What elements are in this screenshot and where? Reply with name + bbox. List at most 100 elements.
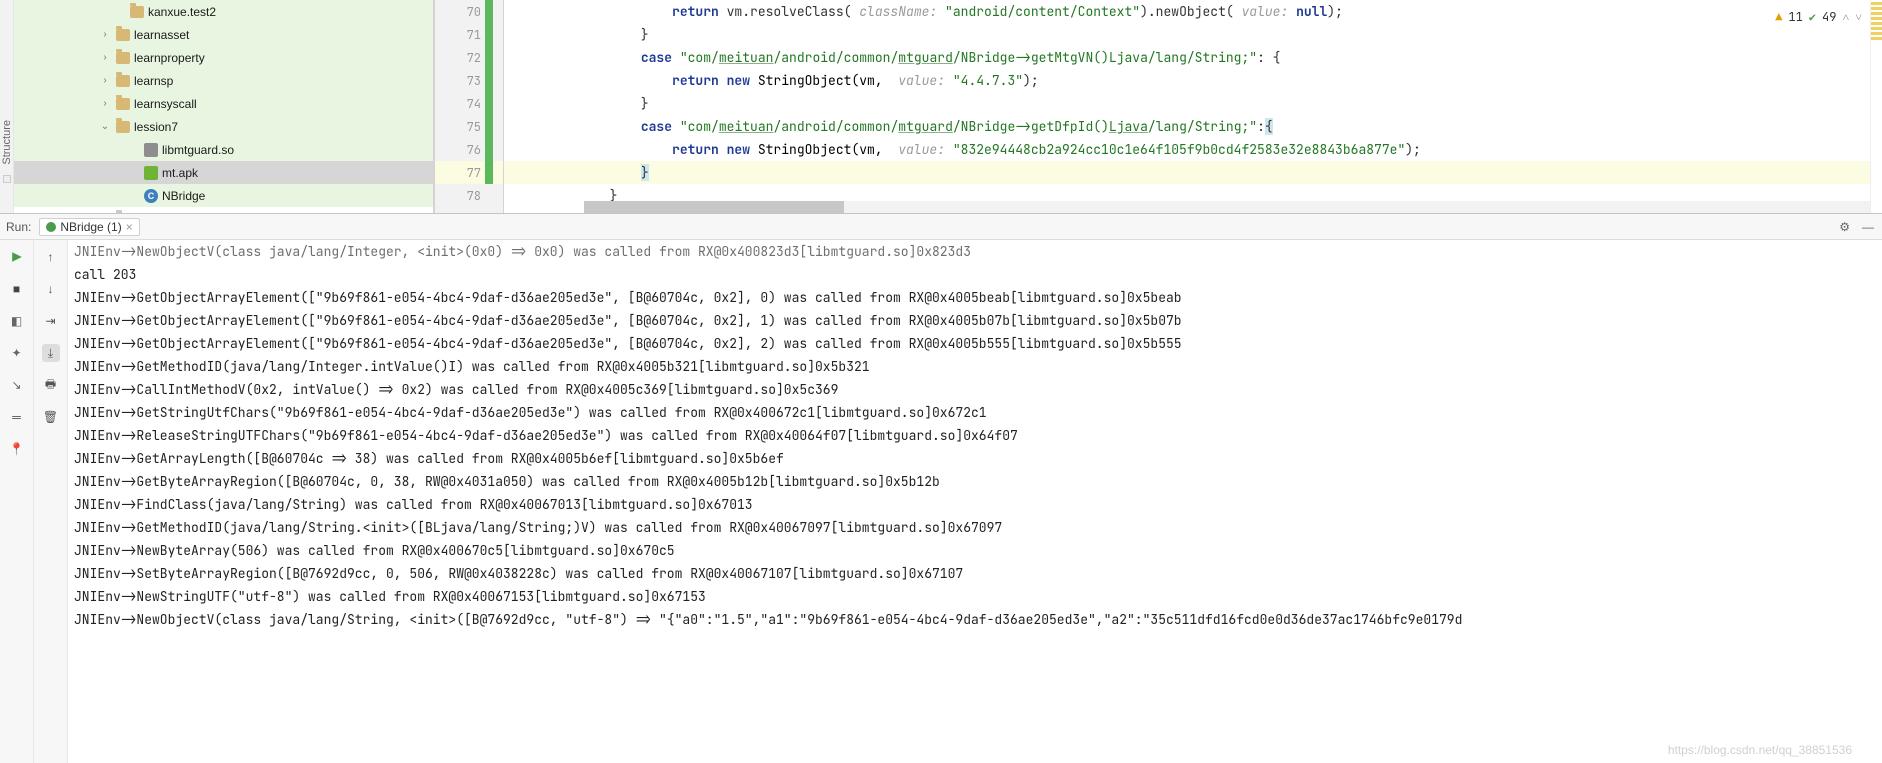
cls-icon: C (144, 189, 158, 203)
code-line[interactable]: case "com/meituan/android/common/mtguard… (504, 46, 1882, 69)
console-line: JNIEnv->GetByteArrayRegion([B@60704c, 0,… (74, 470, 1876, 493)
tree-item[interactable]: CNBridge (14, 184, 433, 207)
exit-button[interactable]: ↘ (8, 376, 26, 394)
warning-icon: ▲ (1775, 6, 1782, 29)
expander-icon[interactable]: › (98, 28, 112, 42)
scrollbar-thumb[interactable] (584, 201, 844, 213)
vcs-mark-icon (485, 92, 493, 115)
run-toolwindow-header: Run: NBridge (1) × ⚙ — (0, 214, 1882, 240)
code-line[interactable]: case "com/meituan/android/common/mtguard… (504, 115, 1882, 138)
pin-button[interactable]: 📍 (8, 440, 26, 458)
line-number: 77 (467, 165, 481, 181)
stop-button[interactable]: ■ (8, 280, 26, 298)
tree-item-label: kanxue.test2 (148, 5, 216, 19)
tree-item-label: libmtguard.so (162, 143, 234, 157)
console-line: JNIEnv->SetByteArrayRegion([B@7692d9cc, … (74, 562, 1876, 585)
chevron-down-icon[interactable]: ˅ (1855, 6, 1862, 29)
code-line[interactable]: return new StringObject(vm, value: "4.4.… (504, 69, 1882, 92)
vcs-mark-icon (485, 138, 493, 161)
console-line: JNIEnv->GetObjectArrayElement(["9b69f861… (74, 286, 1876, 309)
line-number: 72 (467, 50, 481, 66)
down-button[interactable]: ↓ (42, 280, 60, 298)
horizontal-scrollbar[interactable] (584, 201, 1870, 213)
left-strip-square-icon[interactable] (3, 175, 11, 183)
folder-icon (116, 29, 130, 41)
line-number: 74 (467, 96, 481, 112)
folder-icon (116, 121, 130, 133)
console-line: call 203 (74, 263, 1876, 286)
soft-wrap-button[interactable]: ⇥ (42, 312, 60, 330)
rerun-button[interactable] (8, 248, 26, 266)
code-line[interactable]: } (504, 92, 1882, 115)
error-stripe[interactable] (1870, 0, 1882, 213)
console-line: JNIEnv->GetMethodID(java/lang/Integer.in… (74, 355, 1876, 378)
line-number: 76 (467, 142, 481, 158)
tree-item-label: learnsp (134, 74, 173, 88)
console-line: JNIEnv->CallIntMethodV(0x2, intValue() =… (74, 378, 1876, 401)
console-line: JNIEnv->NewObjectV(class java/lang/Strin… (74, 608, 1876, 631)
vcs-mark-icon (485, 69, 493, 92)
code-line[interactable]: return new StringObject(vm, value: "832e… (504, 138, 1882, 161)
run-tab[interactable]: NBridge (1) × (39, 218, 139, 236)
console-line: JNIEnv->GetMethodID(java/lang/String.<in… (74, 516, 1876, 539)
hide-icon[interactable]: — (1860, 218, 1876, 236)
dump-threads-button[interactable]: ◧ (8, 312, 26, 330)
run-toolbar-right: ↑ ↓ ⇥ ⤓ 🖶 🗑 (34, 240, 68, 763)
run-label: Run: (6, 220, 31, 234)
console-line: JNIEnv->NewObjectV(class java/lang/Integ… (74, 240, 1876, 263)
vcs-mark-icon (485, 115, 493, 138)
code-editor[interactable]: ▲ 11 ✔ 49 ˄ ˅ return vm.resolveClass( cl… (504, 0, 1882, 213)
close-icon[interactable]: × (126, 220, 133, 234)
scroll-to-end-button[interactable]: ⤓ (42, 344, 60, 362)
tree-item-label: mt.apk (162, 166, 198, 180)
console-output[interactable]: JNIEnv->NewObjectV(class java/lang/Integ… (68, 240, 1882, 763)
project-tree[interactable]: kanxue.test2›learnasset›learnproperty›le… (14, 0, 434, 213)
code-line[interactable]: } (504, 161, 1882, 184)
expander-icon (126, 189, 140, 203)
layout-settings-button[interactable]: ✦ (8, 344, 26, 362)
tree-item[interactable]: › learnasset (14, 23, 433, 46)
chevron-up-icon[interactable]: ˄ (1842, 6, 1849, 29)
gear-icon[interactable]: ⚙ (1837, 218, 1852, 236)
expander-icon[interactable]: › (98, 74, 112, 88)
vcs-mark-icon (485, 23, 493, 46)
run-toolbar-left: ■ ◧ ✦ ↘ ═ 📍 (0, 240, 34, 763)
console-line: JNIEnv->GetArrayLength([B@60704c => 38) … (74, 447, 1876, 470)
console-line: JNIEnv->FindClass(java/lang/String) was … (74, 493, 1876, 516)
tree-item[interactable]: › learnsyscall (14, 92, 433, 115)
gutter-line: 75 (435, 115, 503, 138)
line-number: 75 (467, 119, 481, 135)
structure-toolwindow-button[interactable]: Structure (1, 120, 13, 165)
tree-item[interactable]: ›learnproperty (14, 46, 433, 69)
run-tab-label: NBridge (1) (60, 220, 121, 234)
vcs-mark-icon (485, 161, 493, 184)
separator-icon: ═ (8, 408, 26, 426)
up-button[interactable]: ↑ (42, 248, 60, 266)
expander-icon (112, 5, 126, 19)
expander-icon[interactable]: › (98, 97, 112, 111)
tree-item[interactable]: mt.apk (14, 161, 433, 184)
gutter-line: 78 (435, 184, 503, 207)
folder-icon (116, 213, 130, 214)
folder-icon (116, 75, 130, 87)
gutter-line: 74 (435, 92, 503, 115)
gutter-line: 73 (435, 69, 503, 92)
gutter-line: 72 (435, 46, 503, 69)
tree-item[interactable]: › learnsp (14, 69, 433, 92)
code-line[interactable]: return vm.resolveClass( className: "andr… (504, 0, 1882, 23)
tree-item[interactable]: kanxue.test2 (14, 0, 433, 23)
tree-item[interactable]: libmtguard.so (14, 138, 433, 161)
gutter-line: 70 (435, 0, 503, 23)
inspection-widget[interactable]: ▲ 11 ✔ 49 ˄ ˅ (1775, 6, 1862, 29)
folder-icon (116, 52, 130, 64)
tree-item[interactable]: ⌄lession7 (14, 115, 433, 138)
expander-icon[interactable]: ⌄ (98, 120, 112, 134)
code-line[interactable]: } (504, 23, 1882, 46)
expander-icon[interactable]: › (98, 51, 112, 65)
lib-icon (144, 143, 158, 157)
console-line: JNIEnv->GetStringUtfChars("9b69f861-e054… (74, 401, 1876, 424)
print-button[interactable]: 🖶 (42, 376, 60, 394)
tree-item-label: learnsyscall (134, 97, 197, 111)
tree-item-label: learnasset (134, 28, 189, 42)
clear-button[interactable]: 🗑 (42, 408, 60, 426)
